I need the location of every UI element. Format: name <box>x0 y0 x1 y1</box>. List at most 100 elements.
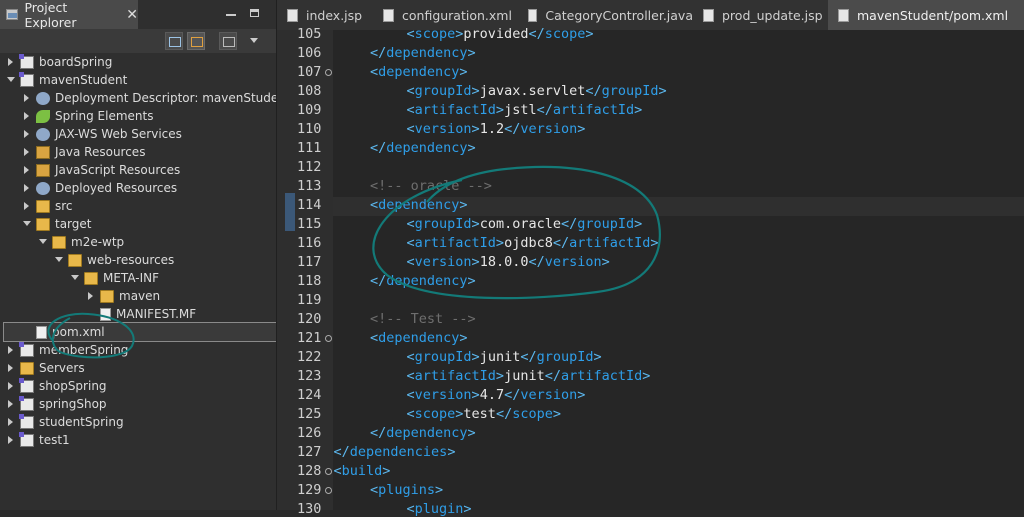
code-line[interactable]: <artifactId>ojdbc8</artifactId> <box>407 235 659 251</box>
tree-item[interactable]: JavaScript Resources <box>0 161 276 179</box>
code-line[interactable]: <version>18.0.0</version> <box>407 254 610 270</box>
tree-item[interactable]: Java Resources <box>0 143 276 161</box>
chevron-right-icon[interactable] <box>22 129 32 139</box>
project-explorer-icon <box>6 9 19 20</box>
tree-item-label: Servers <box>39 361 85 375</box>
chevron-right-icon[interactable] <box>6 363 16 373</box>
collapse-all-button[interactable] <box>165 32 183 50</box>
chevron-right-icon[interactable] <box>6 435 16 445</box>
tree-item[interactable]: boardSpring <box>0 53 276 71</box>
maximize-icon[interactable] <box>250 9 259 17</box>
link-with-editor-button[interactable] <box>187 32 205 50</box>
tree-item[interactable]: Spring Elements <box>0 107 276 125</box>
code-token: </ <box>528 254 545 270</box>
code-line[interactable]: <scope>provided</scope> <box>407 26 594 42</box>
code-line[interactable]: <groupId>com.oracle</groupId> <box>407 216 643 232</box>
chevron-right-icon[interactable] <box>22 147 32 157</box>
chevron-down-icon[interactable] <box>22 219 32 229</box>
editor-tab[interactable]: prod_update.jsp <box>693 0 828 30</box>
code-token: > <box>463 501 472 517</box>
close-icon[interactable]: ✕ <box>126 7 138 23</box>
chevron-down-icon[interactable] <box>38 237 48 247</box>
code-line[interactable]: </dependency> <box>370 140 476 156</box>
chevron-right-icon[interactable] <box>86 291 96 301</box>
code-line[interactable]: <artifactId>jstl</artifactId> <box>407 102 643 118</box>
tree-item[interactable]: JAX-WS Web Services <box>0 125 276 143</box>
tree-item-label: JAX-WS Web Services <box>55 127 182 141</box>
chevron-right-icon[interactable] <box>22 165 32 175</box>
fold-toggle-icon[interactable] <box>325 69 332 76</box>
code-line[interactable]: <plugin> <box>407 501 472 517</box>
tree-item[interactable]: src <box>0 197 276 215</box>
chevron-down-icon[interactable] <box>54 255 64 265</box>
tree-item[interactable]: test1 <box>0 431 276 449</box>
chevron-down-icon[interactable] <box>6 75 16 85</box>
tree-item[interactable]: memberSpring <box>0 341 276 359</box>
project-explorer-tab[interactable]: Project Explorer ✕ <box>0 0 138 30</box>
code-token: < <box>406 254 415 270</box>
chevron-right-icon[interactable] <box>22 183 32 193</box>
code-token: > <box>658 83 667 99</box>
code-token: > <box>471 254 480 270</box>
chevron-right-icon[interactable] <box>6 399 16 409</box>
code-line[interactable]: <!-- Test --> <box>370 311 476 327</box>
code-token: </ <box>504 121 521 137</box>
tree-item[interactable]: mavenStudent <box>0 71 276 89</box>
code-line[interactable]: <plugins> <box>370 482 443 498</box>
tree-item[interactable]: maven <box>0 287 276 305</box>
chevron-down-icon[interactable] <box>70 273 80 283</box>
tree-item[interactable]: pom.xml <box>3 322 276 342</box>
code-line[interactable]: </dependency> <box>370 273 476 289</box>
code-line[interactable]: <version>4.7</version> <box>407 387 586 403</box>
editor-tab-label: index.jsp <box>306 7 363 23</box>
chevron-right-icon[interactable] <box>6 345 16 355</box>
code-editor[interactable]: 105 106 107 108 109 110 111 112 113 114 115 116 117 1… <box>277 26 1024 517</box>
tree-item[interactable]: MANIFEST.MF <box>0 305 276 323</box>
tree-item[interactable]: Deployment Descriptor: mavenStudent <box>0 89 276 107</box>
fold-toggle-icon[interactable] <box>325 487 332 494</box>
project-icon <box>19 413 34 429</box>
minimize-icon[interactable] <box>226 14 236 16</box>
code-line[interactable]: <artifactId>junit</artifactId> <box>407 368 651 384</box>
focus-button[interactable] <box>219 32 237 50</box>
tree-item[interactable]: META-INF <box>0 269 276 287</box>
chevron-right-icon[interactable] <box>22 201 32 211</box>
code-line[interactable]: <!-- oracle --> <box>370 178 492 194</box>
code-line[interactable]: </dependency> <box>370 425 476 441</box>
code-line[interactable]: <groupId>javax.servlet</groupId> <box>407 83 667 99</box>
code-token: > <box>634 102 643 118</box>
code-token: > <box>471 216 480 232</box>
chevron-right-icon[interactable] <box>6 57 16 67</box>
fold-toggle-icon[interactable] <box>325 468 332 475</box>
tree-item[interactable]: Servers <box>0 359 276 377</box>
code-line[interactable]: <groupId>junit</groupId> <box>407 349 602 365</box>
tree-item[interactable]: springShop <box>0 395 276 413</box>
code-line[interactable]: <version>1.2</version> <box>407 121 586 137</box>
chevron-right-icon[interactable] <box>22 111 32 121</box>
line-number: 111 <box>297 140 322 156</box>
chevron-right-icon[interactable] <box>22 93 32 103</box>
line-number: 119 <box>297 292 322 308</box>
code-line[interactable]: <dependency> <box>370 330 468 346</box>
fold-toggle-icon[interactable] <box>325 335 332 342</box>
tree-item[interactable]: target <box>0 215 276 233</box>
code-line[interactable]: </dependency> <box>370 45 476 61</box>
tree-item[interactable]: studentSpring <box>0 413 276 431</box>
tree-item[interactable]: Deployed Resources <box>0 179 276 197</box>
tree-item[interactable]: web-resources <box>0 251 276 269</box>
code-line[interactable]: <dependency> <box>370 64 468 80</box>
line-number: 112 <box>297 159 322 175</box>
folder-icon <box>36 217 50 231</box>
tree-item[interactable]: m2e-wtp <box>0 233 276 251</box>
chevron-right-icon[interactable] <box>6 381 16 391</box>
code-line[interactable]: <dependency> <box>370 197 468 213</box>
chevron-right-icon[interactable] <box>6 417 16 427</box>
project-explorer-title: Project Explorer <box>24 0 77 30</box>
code-line[interactable]: <build> <box>334 463 391 479</box>
code-line[interactable]: </dependencies> <box>334 444 456 460</box>
line-number: 127 <box>297 444 322 460</box>
tree-item[interactable]: shopSpring <box>0 377 276 395</box>
editor-tab[interactable]: mavenStudent/pom.xml <box>828 0 1024 30</box>
view-menu-chevron-down-icon[interactable] <box>250 38 258 43</box>
code-line[interactable]: <scope>test</scope> <box>407 406 561 422</box>
